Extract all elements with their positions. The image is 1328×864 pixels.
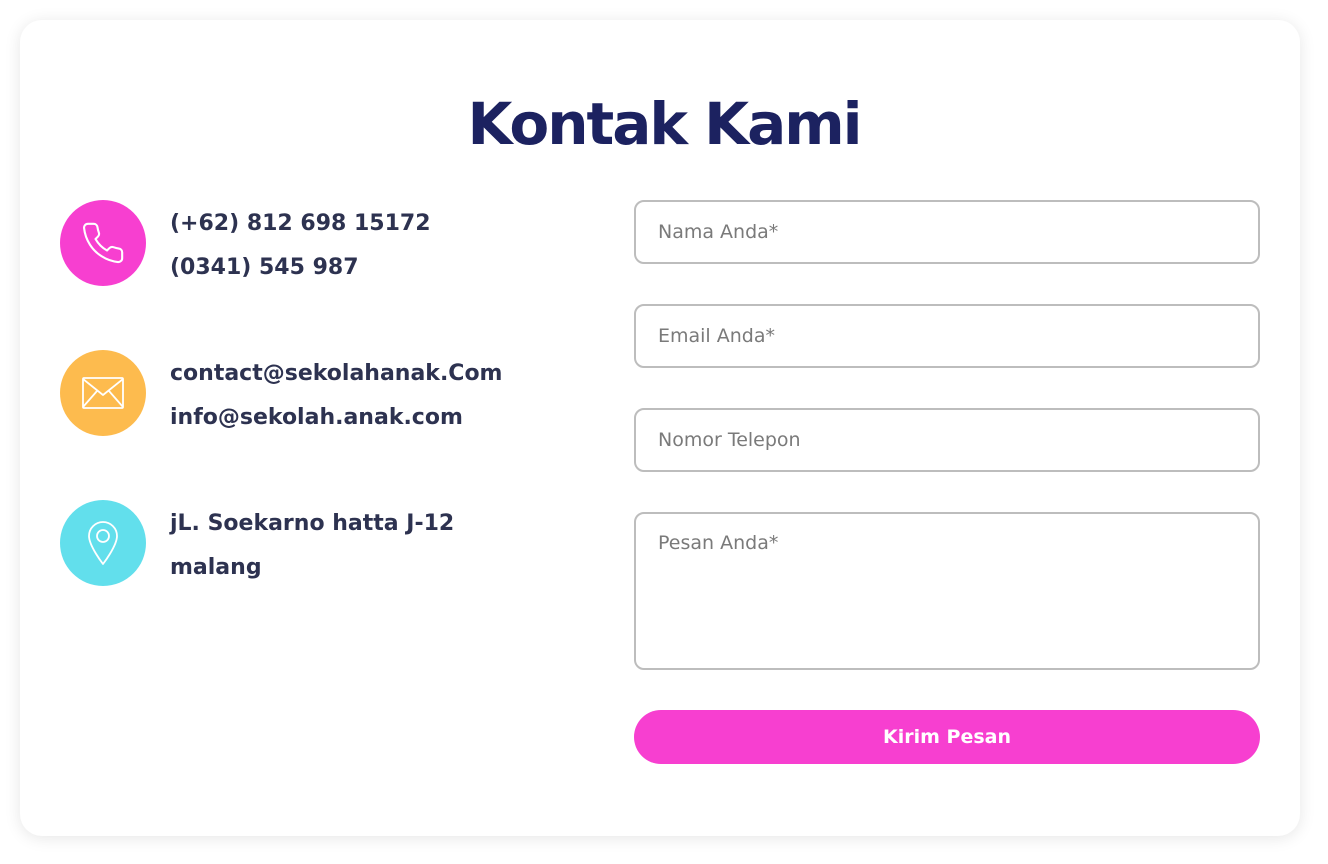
phone-info: (+62) 812 698 15172 (0341) 545 987 [60, 200, 431, 290]
email-address-2: info@sekolah.anak.com [170, 405, 463, 430]
send-message-button[interactable]: Kirim Pesan [634, 710, 1260, 764]
location-pin-icon [60, 500, 146, 586]
phone-icon [60, 200, 146, 286]
phone-number-2: (0341) 545 987 [170, 255, 359, 280]
email-info: contact@sekolahanak.Com info@sekolah.ana… [60, 350, 502, 440]
phone-input[interactable] [634, 408, 1260, 472]
email-input[interactable] [634, 304, 1260, 368]
address-info: jL. Soekarno hatta J-12 malang [60, 500, 454, 590]
page-title: Kontak Kami [467, 90, 862, 158]
address-line-1: jL. Soekarno hatta J-12 [170, 511, 455, 536]
envelope-icon [60, 350, 146, 436]
name-input[interactable] [634, 200, 1260, 264]
message-textarea[interactable] [634, 512, 1260, 670]
phone-number-1: (+62) 812 698 15172 [170, 211, 431, 236]
address-line-2: malang [170, 555, 262, 580]
email-address-1: contact@sekolahanak.Com [170, 361, 503, 386]
